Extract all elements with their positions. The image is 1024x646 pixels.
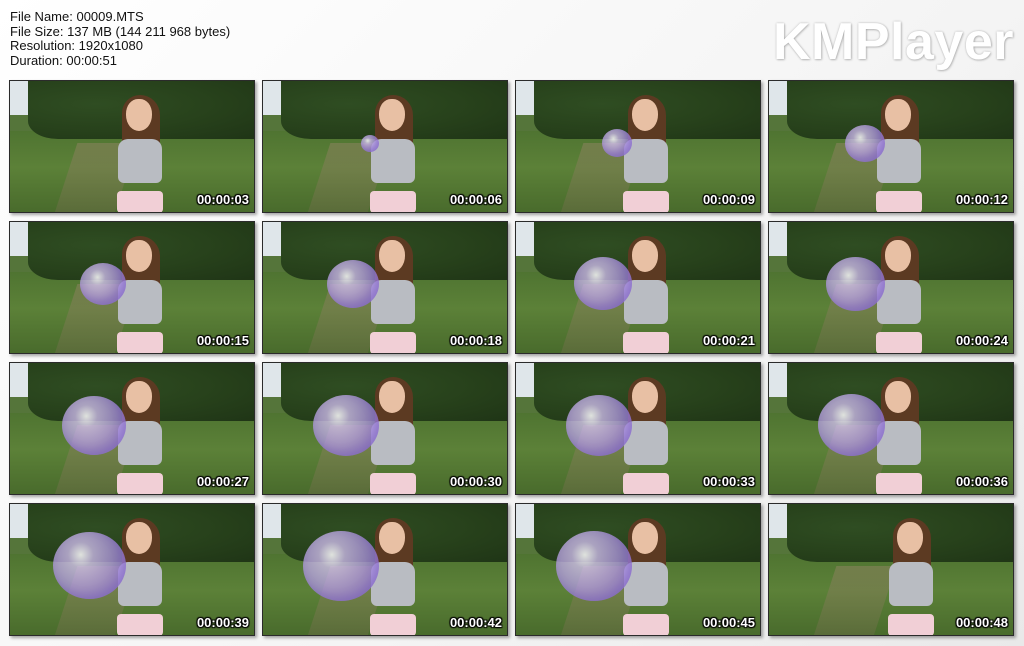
timestamp-label: 00:00:42: [449, 615, 502, 630]
timestamp-label: 00:00:18: [449, 333, 502, 348]
person-shorts: [370, 614, 416, 635]
person-face: [897, 522, 923, 554]
person-face: [126, 522, 152, 554]
video-thumbnail: 00:00:30: [262, 362, 508, 495]
timestamp-label: 00:00:48: [955, 615, 1008, 630]
timestamp-label: 00:00:30: [449, 474, 502, 489]
person-shorts: [623, 191, 669, 212]
person-shorts: [623, 614, 669, 635]
timestamp-label: 00:00:45: [702, 615, 755, 630]
balloon: [845, 125, 885, 162]
person-face: [632, 381, 658, 413]
person-face: [379, 240, 405, 272]
resolution-text: Resolution: 1920x1080: [10, 38, 143, 54]
person-face: [126, 381, 152, 413]
timestamp-label: 00:00:03: [196, 192, 249, 207]
file-name-text: File Name: 00009.MTS: [10, 9, 144, 24]
person-shorts: [370, 473, 416, 494]
video-thumbnail: 00:00:48: [768, 503, 1014, 636]
person-shorts: [370, 332, 416, 353]
video-thumbnail: 00:00:15: [9, 221, 255, 354]
video-thumbnail: 00:00:42: [262, 503, 508, 636]
video-thumbnail: 00:00:21: [515, 221, 761, 354]
video-thumbnail: 00:00:03: [9, 80, 255, 213]
person-shorts: [623, 332, 669, 353]
kmplayer-logo: KMPlayer: [773, 13, 1014, 71]
balloon: [602, 129, 632, 157]
person-face: [379, 522, 405, 554]
timestamp-label: 00:00:24: [955, 333, 1008, 348]
person-face: [126, 99, 152, 131]
balloon: [556, 531, 632, 601]
file-info-panel: File Name: 00009.MTS File Size: 137 MB (…: [10, 9, 231, 68]
person-face: [126, 240, 152, 272]
person-shorts: [117, 614, 163, 635]
person-shorts: [117, 191, 163, 212]
person-shorts: [117, 332, 163, 353]
timestamp-label: 00:00:39: [196, 615, 249, 630]
person-face: [885, 99, 911, 131]
person-face: [632, 240, 658, 272]
file-size-text: File Size: 137 MB (144 211 968 bytes): [10, 23, 231, 39]
timestamp-label: 00:00:27: [196, 474, 249, 489]
person-shorts: [117, 473, 163, 494]
person-shorts: [876, 332, 922, 353]
person-face: [885, 240, 911, 272]
timestamp-label: 00:00:33: [702, 474, 755, 489]
video-thumbnail: 00:00:18: [262, 221, 508, 354]
balloon: [566, 395, 632, 456]
balloon: [574, 257, 632, 310]
video-thumbnail: 00:00:39: [9, 503, 255, 636]
duration-text: Duration: 00:00:51: [10, 52, 117, 68]
video-thumbnail: 00:00:24: [768, 221, 1014, 354]
timestamp-label: 00:00:06: [449, 192, 502, 207]
person-face: [379, 381, 405, 413]
timestamp-label: 00:00:36: [955, 474, 1008, 489]
balloon: [313, 395, 379, 456]
balloon: [361, 135, 379, 152]
person-shorts: [876, 191, 922, 212]
person-face: [885, 381, 911, 413]
person-torso: [118, 139, 162, 183]
video-thumbnail: 00:00:06: [262, 80, 508, 213]
person-shorts: [623, 473, 669, 494]
video-thumbnail: 00:00:45: [515, 503, 761, 636]
balloon: [826, 257, 885, 311]
person-shorts: [888, 614, 934, 635]
person-face: [632, 99, 658, 131]
video-thumbnail: 00:00:36: [768, 362, 1014, 495]
person-face: [632, 522, 658, 554]
balloon: [53, 532, 126, 599]
balloon: [303, 531, 379, 601]
video-thumbnail: 00:00:33: [515, 362, 761, 495]
person-face: [379, 99, 405, 131]
video-thumbnail: 00:00:09: [515, 80, 761, 213]
video-thumbnail: 00:00:12: [768, 80, 1014, 213]
video-thumbnail: 00:00:27: [9, 362, 255, 495]
person-shorts: [876, 473, 922, 494]
balloon: [327, 260, 379, 308]
timestamp-label: 00:00:09: [702, 192, 755, 207]
person-torso: [889, 562, 933, 606]
timestamp-label: 00:00:15: [196, 333, 249, 348]
balloon: [818, 394, 885, 456]
person-shorts: [370, 191, 416, 212]
balloon: [62, 396, 126, 455]
timestamp-label: 00:00:12: [955, 192, 1008, 207]
balloon: [80, 263, 126, 305]
timestamp-label: 00:00:21: [702, 333, 755, 348]
